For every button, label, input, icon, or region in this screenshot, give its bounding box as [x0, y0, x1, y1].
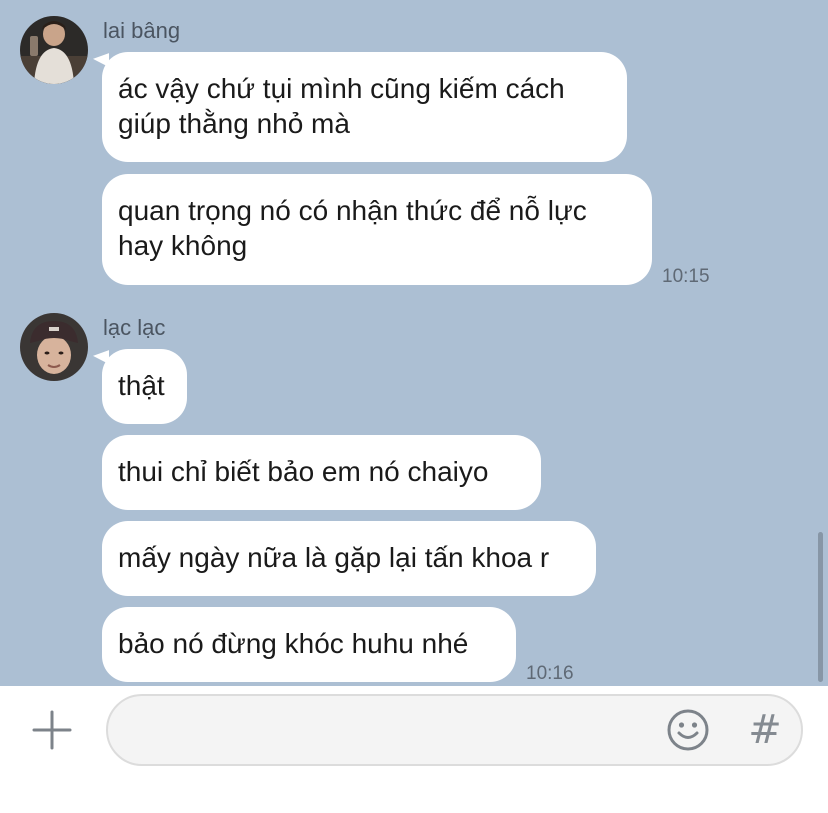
avatar-photo-icon — [20, 16, 88, 84]
sender-name: lai bâng — [103, 18, 181, 43]
sender-name: lạc lạc — [103, 315, 166, 340]
avatar-lac-lac[interactable] — [20, 313, 88, 381]
message-bubble[interactable]: mấy ngày nữa là gặp lại tấn khoa r — [102, 521, 596, 596]
message-timestamp: 10:15 — [662, 266, 710, 287]
message-bubble[interactable]: thui chỉ biết bảo em nó chaiyo — [102, 435, 541, 510]
hashtag-icon[interactable]: # — [745, 706, 785, 754]
message-bubble[interactable]: bảo nó đừng khóc huhu nhé — [102, 607, 516, 682]
message-text-line: bảo nó đừng khóc huhu nhé — [118, 628, 469, 659]
message-bubble[interactable]: quan trọng nó có nhận thức để nỗ lực hay… — [102, 174, 652, 285]
smiley-icon[interactable] — [666, 708, 710, 752]
message-text-line: thật — [118, 370, 165, 401]
message-bubble[interactable]: thật — [102, 349, 187, 424]
message-bubble[interactable]: ác vậy chứ tụi mình cũng kiếm cách giúp … — [102, 52, 627, 162]
message-timestamp: 10:16 — [526, 663, 574, 684]
avatar-photo-icon — [20, 313, 88, 381]
message-text-line: mấy ngày nữa là gặp lại tấn khoa r — [118, 542, 550, 573]
plus-icon[interactable] — [30, 708, 74, 752]
message-text-line: thui chỉ biết bảo em nó chaiyo — [118, 456, 489, 487]
message-text-line: hay không — [118, 230, 248, 261]
message-text-line: quan trọng nó có nhận thức để nỗ lực — [118, 195, 587, 226]
message-text-line: giúp thằng nhỏ mà — [118, 108, 350, 139]
chat-scrollbar[interactable] — [818, 532, 823, 682]
avatar-lai-bang[interactable] — [20, 16, 88, 84]
chat-area[interactable]: lai bâng ác vậy chứ tụi mình cũng kiếm c… — [0, 0, 828, 686]
message-text-line: ác vậy chứ tụi mình cũng kiếm cách — [118, 73, 565, 104]
